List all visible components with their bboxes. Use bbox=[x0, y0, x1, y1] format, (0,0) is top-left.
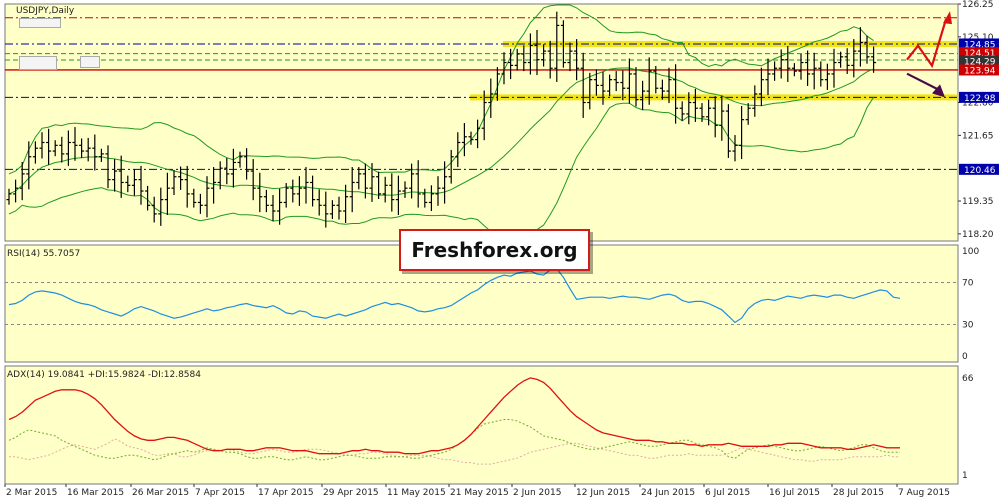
masked-trade-label bbox=[19, 56, 57, 70]
brand-watermark: Freshforex.org bbox=[399, 229, 590, 271]
price-tick-label: 126.25 bbox=[962, 0, 994, 10]
date-tick-label: 26 Mar 2015 bbox=[132, 488, 189, 498]
date-tick-label: 6 Jul 2015 bbox=[705, 488, 750, 498]
rsi-tick-label: 0 bbox=[962, 352, 968, 362]
price-badge-value: 120.46 bbox=[964, 166, 996, 176]
date-tick-label: 16 Jul 2015 bbox=[769, 488, 820, 498]
price-badge-value: 123.94 bbox=[964, 66, 996, 76]
date-tick-label: 28 Jul 2015 bbox=[833, 488, 884, 498]
date-tick-label: 7 Apr 2015 bbox=[195, 488, 245, 498]
date-tick-label: 24 Jun 2015 bbox=[641, 488, 695, 498]
date-tick-label: 17 Apr 2015 bbox=[258, 488, 314, 498]
brand-text: Freshforex.org bbox=[411, 238, 578, 262]
date-tick-label: 16 Mar 2015 bbox=[67, 488, 124, 498]
adx-label: ADX(14) 19.0841 +DI:15.9824 -DI:12.8584 bbox=[7, 370, 201, 380]
rsi-tick-label: 70 bbox=[962, 279, 974, 289]
date-tick-label: 12 Jun 2015 bbox=[576, 488, 630, 498]
date-tick-label: 7 Aug 2015 bbox=[898, 488, 950, 498]
price-tick-label: 121.65 bbox=[962, 131, 994, 141]
price-tick-label: 118.20 bbox=[962, 230, 994, 240]
adx-tick-label: 66 bbox=[962, 374, 974, 384]
masked-object-label bbox=[19, 18, 61, 28]
price-badge-value: 122.98 bbox=[964, 94, 996, 104]
adx-pane-bg bbox=[4, 365, 959, 485]
date-tick-label: 29 Apr 2015 bbox=[323, 488, 379, 498]
masked-trade-label bbox=[80, 56, 100, 68]
chart-symbol-label: USDJPY,Daily bbox=[16, 6, 75, 16]
chart-window: 126.25 125.10 122.80 121.65 119.35 118.20 124.… bbox=[0, 0, 1000, 500]
date-tick-label: 2 Mar 2015 bbox=[6, 488, 57, 498]
date-tick-label: 11 May 2015 bbox=[387, 488, 446, 498]
price-tick-label: 119.35 bbox=[962, 197, 994, 207]
date-tick-label: 21 May 2015 bbox=[450, 488, 509, 498]
rsi-tick-label: 30 bbox=[962, 321, 974, 331]
rsi-tick-label: 100 bbox=[962, 247, 979, 257]
date-tick-label: 2 Jun 2015 bbox=[513, 488, 561, 498]
adx-tick-label: 1 bbox=[962, 471, 968, 481]
rsi-label: RSI(14) 55.7057 bbox=[7, 249, 80, 259]
